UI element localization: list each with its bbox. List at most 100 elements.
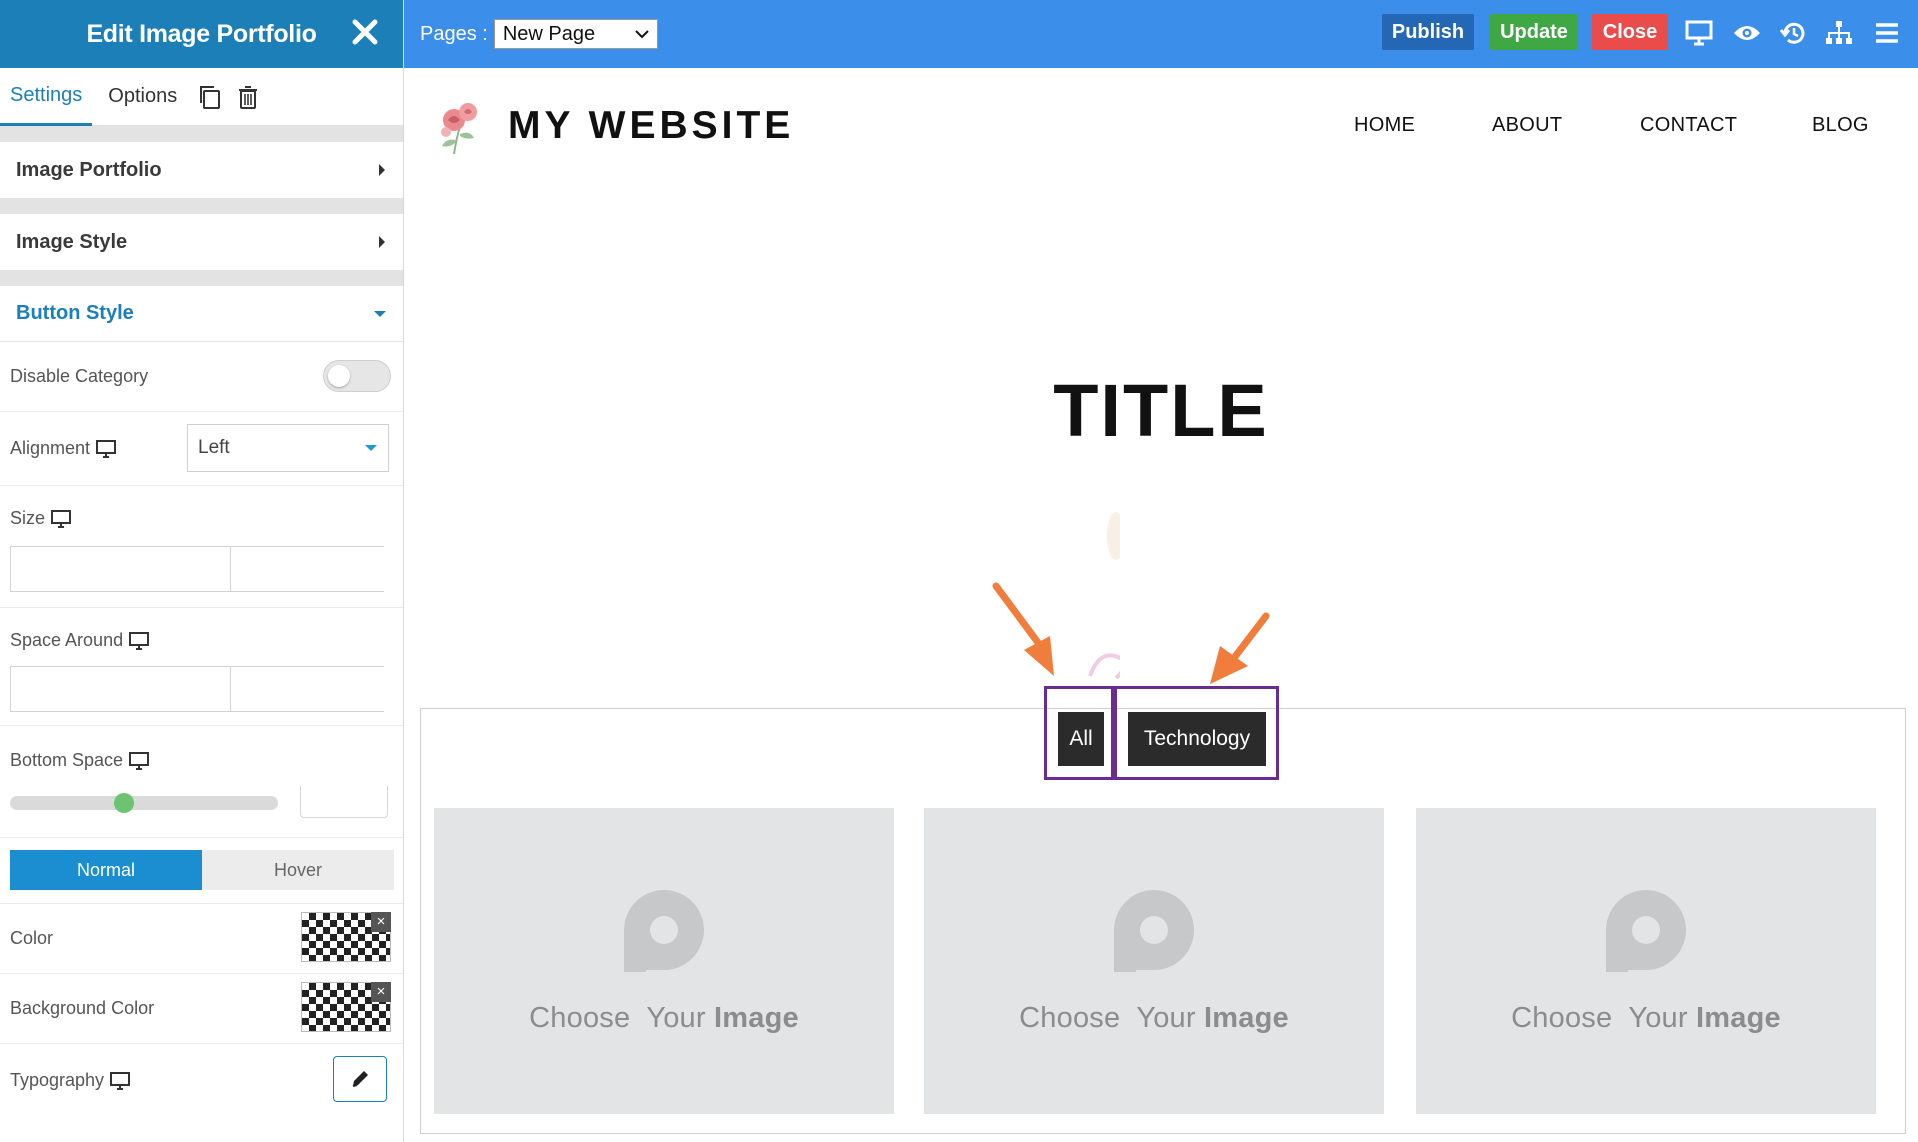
- slider-thumb[interactable]: [114, 793, 135, 813]
- space-around-x-input[interactable]: [11, 667, 231, 711]
- clear-color-button[interactable]: ×: [371, 912, 391, 932]
- site-name[interactable]: MY WEBSITE: [508, 104, 794, 148]
- desktop-view-button[interactable]: [1682, 16, 1716, 50]
- size-inputs: [10, 546, 403, 592]
- panel-title: Edit Image Portfolio: [86, 19, 317, 48]
- image-placeholder-card[interactable]: Choose Your Image: [434, 808, 894, 1114]
- monitor-icon[interactable]: [110, 1071, 131, 1090]
- page-title[interactable]: TITLE: [404, 368, 1918, 453]
- placeholder-word-3: Image: [1204, 1002, 1289, 1034]
- monitor-icon[interactable]: [96, 439, 117, 458]
- size-row: Size: [0, 486, 403, 608]
- size-label: Size: [10, 508, 46, 528]
- section-label: Image Portfolio: [16, 158, 162, 181]
- image-placeholder-card[interactable]: Choose Your Image: [924, 808, 1384, 1114]
- monitor-icon[interactable]: [129, 631, 150, 650]
- typography-label: Typography: [10, 1070, 105, 1090]
- preview-button[interactable]: [1730, 16, 1764, 50]
- nav-blog[interactable]: BLOG: [1812, 114, 1869, 137]
- size-label-wrap: Size: [10, 486, 393, 529]
- history-icon: [1779, 22, 1805, 44]
- bottom-space-label-wrap: Bottom Space: [10, 726, 393, 771]
- state-segmented-control: Normal Hover: [10, 850, 394, 890]
- placeholder-p-icon: [624, 890, 704, 972]
- close-panel-button[interactable]: [345, 12, 385, 52]
- bottom-space-slider[interactable]: [10, 793, 278, 813]
- close-button[interactable]: Close: [1592, 14, 1668, 50]
- update-button[interactable]: Update: [1490, 14, 1578, 50]
- placeholder-word-2: Your: [1136, 1002, 1196, 1034]
- space-around-inputs: [10, 666, 403, 712]
- edit-panel: Edit Image Portfolio Settings Options Im…: [0, 0, 404, 1142]
- placeholder-word-1: Choose: [1019, 1002, 1121, 1034]
- duplicate-button[interactable]: [191, 68, 229, 126]
- nav-contact[interactable]: CONTACT: [1640, 114, 1737, 137]
- caret-right-icon: [379, 164, 385, 176]
- nav-home[interactable]: HOME: [1354, 114, 1415, 137]
- clear-color-button[interactable]: ×: [371, 982, 391, 1002]
- image-placeholder-card[interactable]: Choose Your Image: [1416, 808, 1876, 1114]
- sitemap-button[interactable]: [1822, 16, 1856, 50]
- bottom-space-input[interactable]: [300, 786, 388, 818]
- caret-right-icon: [379, 236, 385, 248]
- placeholder-p-icon: [1606, 890, 1686, 972]
- annotation-arrow: [992, 582, 1054, 676]
- space-around-label: Space Around: [10, 630, 124, 650]
- placeholder-caption: Choose Your Image: [1511, 1002, 1781, 1035]
- annotation-arrow: [1210, 612, 1270, 684]
- monitor-icon[interactable]: [51, 509, 72, 528]
- alignment-select[interactable]: Left: [187, 424, 389, 472]
- chevron-down-icon: [635, 30, 649, 39]
- size-height-input[interactable]: [231, 547, 403, 591]
- disable-category-toggle[interactable]: [323, 360, 391, 392]
- section-divider: [0, 126, 403, 142]
- hamburger-menu-icon: [1876, 23, 1898, 43]
- section-image-portfolio[interactable]: Image Portfolio: [0, 142, 403, 198]
- panel-tabs: Settings Options: [0, 68, 403, 126]
- highlight-box: [1044, 686, 1114, 780]
- placeholder-p-icon: [1114, 890, 1194, 972]
- color-swatch[interactable]: ×: [301, 912, 391, 962]
- publish-button[interactable]: Publish: [1382, 14, 1474, 50]
- top-toolbar: Pages : New Page Publish Update Close: [404, 0, 1918, 68]
- nav-about[interactable]: ABOUT: [1492, 114, 1562, 137]
- placeholder-caption: Choose Your Image: [1019, 1002, 1289, 1035]
- panel-header: Edit Image Portfolio: [0, 0, 403, 68]
- menu-button[interactable]: [1870, 16, 1904, 50]
- section-label: Button Style: [16, 302, 134, 324]
- tab-settings[interactable]: Settings: [0, 68, 93, 126]
- tab-options[interactable]: Options: [98, 68, 187, 126]
- bottom-space-label: Bottom Space: [10, 750, 124, 770]
- sitemap-icon: [1826, 21, 1852, 44]
- state-hover-button[interactable]: Hover: [202, 850, 394, 890]
- caret-down-icon: [365, 445, 377, 451]
- delete-button[interactable]: [229, 68, 267, 126]
- color-row: Color ×: [0, 904, 403, 974]
- space-around-row: Space Around: [0, 608, 403, 726]
- space-around-label-wrap: Space Around: [10, 608, 393, 651]
- close-icon: [352, 19, 378, 45]
- background-color-swatch[interactable]: ×: [301, 982, 391, 1032]
- pages-select[interactable]: New Page: [493, 19, 658, 49]
- size-width-input[interactable]: [11, 547, 231, 591]
- rose-logo-icon: [441, 103, 477, 155]
- background-color-row: Background Color ×: [0, 974, 403, 1044]
- placeholder-word-3: Image: [714, 1002, 799, 1034]
- pages-label: Pages :: [420, 22, 488, 45]
- monitor-icon[interactable]: [129, 751, 150, 770]
- highlight-box: [1114, 686, 1279, 780]
- bottom-space-row: Bottom Space: [0, 726, 403, 838]
- trash-icon: [239, 85, 258, 109]
- pencil-icon: [352, 1071, 368, 1087]
- pages-select-value: New Page: [502, 22, 596, 45]
- typography-row: Typography: [0, 1044, 403, 1118]
- typography-edit-button[interactable]: [333, 1056, 387, 1102]
- placeholder-word-2: Your: [1628, 1002, 1688, 1034]
- section-button-style[interactable]: Button Style: [0, 286, 403, 342]
- space-around-y-input[interactable]: [231, 667, 403, 711]
- state-normal-button[interactable]: Normal: [10, 850, 202, 890]
- section-image-style[interactable]: Image Style: [0, 214, 403, 270]
- section-divider: [0, 270, 403, 286]
- history-button[interactable]: [1776, 16, 1810, 50]
- placeholder-word-1: Choose: [529, 1002, 631, 1034]
